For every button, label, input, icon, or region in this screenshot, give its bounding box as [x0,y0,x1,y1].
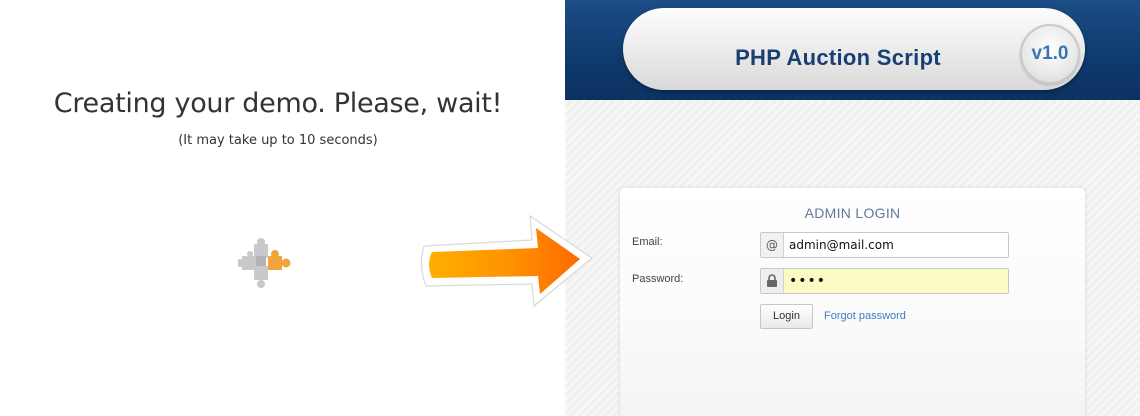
admin-login-form: ADMIN LOGIN Email: @ admin@mail.com Pass… [620,188,1085,416]
demo-title: Creating your demo. Please, wait! [53,88,503,119]
email-field[interactable]: @ admin@mail.com [760,232,1009,258]
header-banner: PHP Auction Script v1.0 [565,0,1140,100]
lock-icon [761,269,784,293]
login-title: ADMIN LOGIN [804,205,901,221]
admin-login-screenshot: PHP Auction Script v1.0 ADMIN LOGIN Emai… [565,0,1140,416]
forgot-password-link[interactable]: Forgot password [824,310,906,322]
at-sign-icon: @ [761,233,784,257]
password-field[interactable]: •••• [760,268,1009,294]
banner-pill: PHP Auction Script v1.0 [623,8,1085,90]
version-badge: v1.0 [1020,24,1080,84]
email-label: Email: [632,236,663,248]
app-title: PHP Auction Script [735,45,941,70]
arrow-right-icon [420,214,593,308]
email-value[interactable]: admin@mail.com [789,233,894,257]
password-label: Password: [632,273,684,285]
login-button[interactable]: Login [760,304,813,329]
password-value[interactable]: •••• [789,269,826,293]
puzzle-loader-icon [238,238,291,288]
demo-subtitle: (It may take up to 10 seconds) [178,133,378,148]
